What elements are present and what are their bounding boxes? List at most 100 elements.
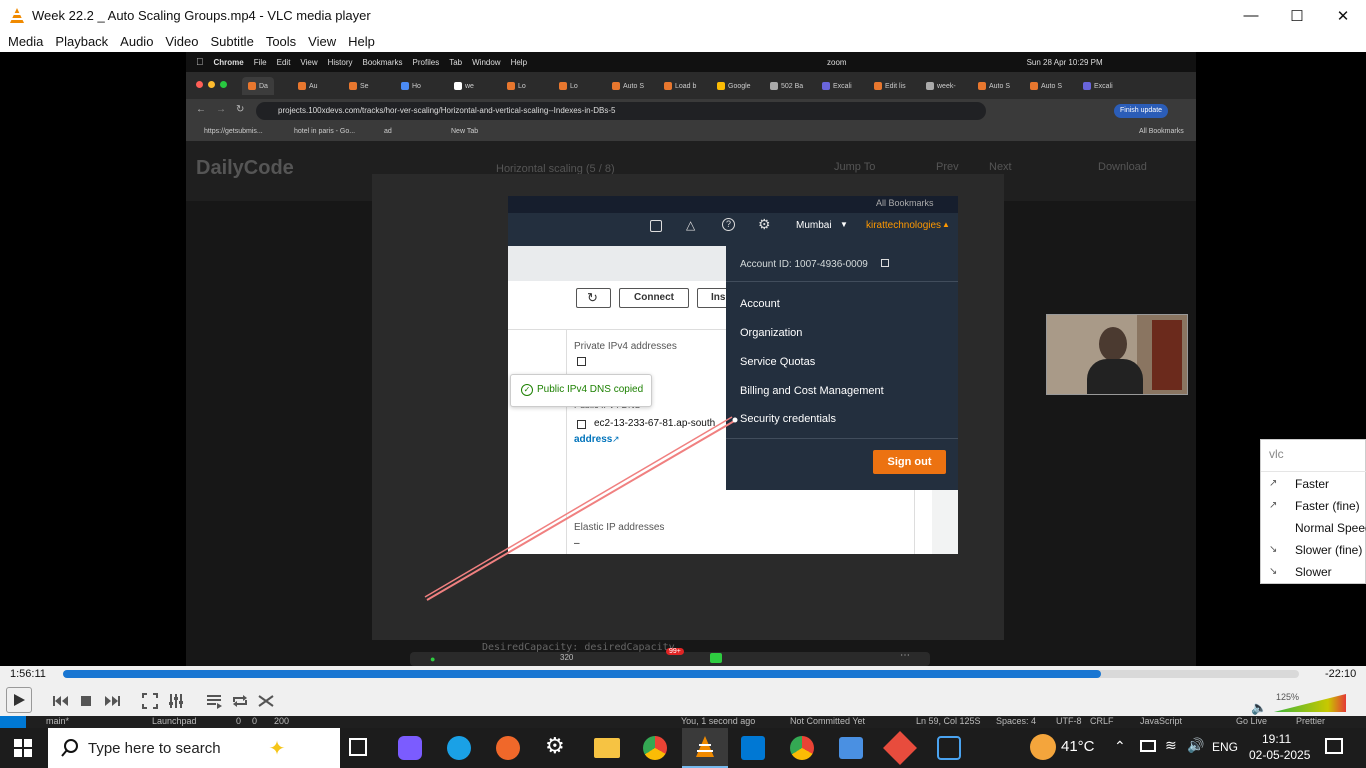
menu-tools[interactable]: Tools (266, 34, 296, 49)
speed-faster[interactable]: Faster (1295, 477, 1329, 491)
taskbar-search-box[interactable]: Type here to search ✦ (48, 728, 340, 768)
language-indicator[interactable]: ENG (1212, 740, 1238, 754)
menu-audio[interactable]: Audio (120, 34, 153, 49)
chrome-icon[interactable] (643, 736, 667, 760)
search-placeholder: Type here to search (88, 739, 221, 757)
edge-icon[interactable] (447, 736, 471, 760)
loop-button[interactable] (227, 688, 253, 714)
task-view-icon[interactable] (349, 738, 367, 756)
webcam-person-body (1087, 359, 1143, 394)
windows-taskbar: Type here to search ✦ ⚙ 41°C ⌃ ≋ 🔊 ENG 1… (0, 728, 1366, 768)
weather-temperature[interactable]: 41°C (1061, 738, 1095, 755)
vscode-status-bar: main* Launchpad 0 0 200 You, 1 second ag… (0, 716, 1366, 728)
vlc-title-bar: Week 22.2 _ Auto Scaling Groups.mp4 - VL… (0, 0, 1366, 31)
shuffle-button[interactable] (253, 688, 279, 714)
fullscreen-icon (142, 693, 158, 709)
next-icon (105, 696, 120, 706)
notifications-icon[interactable] (1325, 738, 1343, 754)
ports-count: 200 (274, 716, 290, 726)
fullscreen-button[interactable] (137, 688, 163, 714)
search-icon (61, 739, 78, 757)
menu-playback[interactable]: Playback (55, 34, 108, 49)
git-icon[interactable] (883, 731, 917, 765)
close-button[interactable]: ✕ (1320, 0, 1366, 31)
webcam-overlay (1046, 314, 1188, 395)
search-highlight-icon: ✦ (268, 737, 286, 760)
shuffle-icon (258, 695, 274, 707)
playlist-icon (207, 695, 222, 709)
encoding: UTF-8 (1056, 716, 1082, 726)
wifi-icon[interactable]: ≋ (1165, 737, 1177, 754)
clock-time[interactable]: 19:11 (1262, 732, 1291, 746)
playback-speed-menu: vlc ↗ Faster ↗ Faster (fine) Normal Spee… (1260, 439, 1366, 584)
chrome-profile-icon[interactable] (790, 736, 814, 760)
equalizer-icon (169, 694, 183, 708)
stop-button[interactable] (73, 688, 99, 714)
cursor-position: Ln 59, Col 125S (916, 716, 981, 726)
webcam-door (1152, 320, 1182, 390)
recorded-mac-screen:  Chrome File Edit View History Bookmark… (186, 52, 1196, 666)
network-tool-icon[interactable] (937, 736, 961, 760)
speed-slower-fine[interactable]: Slower (fine) (1295, 543, 1362, 557)
volume-slider[interactable] (1274, 692, 1348, 714)
copilot-icon[interactable] (398, 736, 422, 760)
warning-count: 0 (252, 716, 258, 726)
playlist-button[interactable] (201, 688, 227, 714)
faster-icon: ↗ (1269, 478, 1278, 489)
speed-normal[interactable]: Normal Speed (1295, 521, 1366, 535)
play-icon (14, 694, 25, 706)
menu-help[interactable]: Help (348, 34, 375, 49)
slower-fine-icon: ↘ (1269, 544, 1278, 555)
divider (1261, 471, 1366, 472)
file-explorer-icon[interactable] (594, 738, 620, 758)
git-blame: You, 1 second ago (681, 716, 756, 726)
window-title: Week 22.2 _ Auto Scaling Groups.mp4 - VL… (32, 8, 371, 23)
remaining-time[interactable]: -22:10 (1325, 668, 1356, 680)
minimize-button[interactable]: — (1228, 0, 1274, 31)
speaker-icon[interactable]: 🔈 (1251, 700, 1267, 716)
menu-subtitle[interactable]: Subtitle (210, 34, 253, 49)
not-committed: Not Committed Yet (790, 716, 866, 726)
play-button[interactable] (6, 687, 32, 713)
meeting-toolbar: ● 320 99+ ⋯ (410, 648, 930, 666)
speed-slower[interactable]: Slower (1295, 565, 1332, 579)
annotation-arrow (424, 416, 738, 601)
microphone-icon: ● (430, 654, 436, 664)
vlc-menu-bar: Media Playback Audio Video Subtitle Tool… (0, 31, 1366, 52)
video-canvas[interactable]:  Chrome File Edit View History Bookmark… (0, 52, 1366, 666)
settings-icon[interactable]: ⚙ (545, 733, 565, 759)
faster-fine-icon: ↗ (1269, 500, 1278, 511)
menu-media[interactable]: Media (8, 34, 43, 49)
windows-start-icon[interactable] (14, 739, 32, 757)
weather-icon[interactable] (1030, 734, 1056, 760)
loop-icon (233, 695, 247, 707)
next-button[interactable] (99, 688, 125, 714)
menu-video[interactable]: Video (165, 34, 198, 49)
stop-icon (81, 696, 91, 706)
postman-icon[interactable] (496, 736, 520, 760)
speed-faster-fine[interactable]: Faster (fine) (1295, 499, 1360, 513)
line-ending: CRLF (1090, 716, 1114, 726)
webcam-person-head (1099, 327, 1127, 361)
previous-button[interactable] (48, 688, 74, 714)
language-mode: JavaScript (1140, 716, 1183, 726)
menu-view[interactable]: View (308, 34, 336, 49)
tray-chevron-icon[interactable]: ⌃ (1114, 738, 1126, 755)
vlc-taskbar-button[interactable] (682, 728, 728, 768)
vscode-icon[interactable] (741, 736, 765, 760)
prettier: Prettier (1296, 716, 1326, 726)
speed-search[interactable]: vlc (1269, 447, 1284, 461)
launchpad: Launchpad (152, 716, 197, 726)
clock-date[interactable]: 02-05-2025 (1249, 748, 1310, 762)
video-resolution: 320 (560, 653, 574, 662)
control-panel-icon[interactable] (839, 737, 863, 759)
notification-badge: 99+ (666, 648, 684, 655)
slower-icon: ↘ (1269, 566, 1278, 577)
remote-indicator (0, 716, 26, 728)
extended-settings-button[interactable] (163, 688, 189, 714)
volume-tray-icon[interactable]: 🔊 (1187, 737, 1204, 754)
vlc-cone-icon (10, 7, 24, 23)
battery-icon[interactable] (1140, 740, 1156, 752)
maximize-button[interactable]: ☐ (1274, 0, 1320, 31)
indentation: Spaces: 4 (996, 716, 1037, 726)
